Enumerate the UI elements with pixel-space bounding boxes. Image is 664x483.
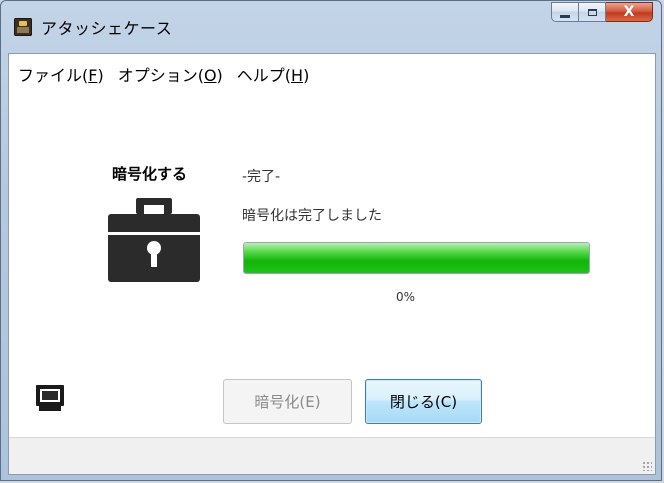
app-window: アタッシェケース X ファイル(F) オプション(O) ヘルプ(H) 暗号化する xyxy=(0,0,662,481)
operation-heading: 暗号化する xyxy=(112,165,188,183)
menu-options-label: オプション( xyxy=(117,66,204,85)
title-bar[interactable]: アタッシェケース X xyxy=(1,1,661,53)
menu-file-suffix: ) xyxy=(97,66,104,85)
progress-percent: 0% xyxy=(396,290,416,304)
close-icon: X xyxy=(623,4,635,20)
monitor-icon[interactable] xyxy=(35,384,65,414)
minimize-button[interactable] xyxy=(551,2,579,22)
close-button[interactable]: 閉じる(C) xyxy=(365,379,482,424)
status-text: -完了- xyxy=(242,169,281,185)
client-area: ファイル(F) オプション(O) ヘルプ(H) 暗号化する -完了- 暗号化は完… xyxy=(8,53,656,475)
status-bar xyxy=(9,437,655,474)
menu-options[interactable]: オプション(O) xyxy=(112,58,229,90)
status-message: 暗号化は完了しました xyxy=(242,208,382,224)
close-window-button[interactable]: X xyxy=(606,2,653,22)
menu-help-mnemonic: H xyxy=(291,66,304,85)
progress-bar xyxy=(243,242,590,274)
briefcase-app-icon[interactable] xyxy=(14,18,32,36)
menu-options-mnemonic: O xyxy=(203,66,217,85)
encrypt-button[interactable]: 暗号化(E) xyxy=(223,379,352,424)
resize-grip-icon[interactable] xyxy=(642,461,652,471)
menu-help-suffix: ) xyxy=(303,66,310,85)
menu-file-label: ファイル( xyxy=(18,66,89,85)
menu-bar: ファイル(F) オプション(O) ヘルプ(H) xyxy=(9,54,655,94)
briefcase-lock-icon xyxy=(108,198,200,282)
maximize-icon xyxy=(587,8,597,16)
progress-fill xyxy=(244,243,589,273)
menu-help-label: ヘルプ( xyxy=(236,66,292,85)
maximize-button[interactable] xyxy=(579,2,606,22)
window-title: アタッシェケース xyxy=(41,19,173,38)
menu-file[interactable]: ファイル(F) xyxy=(12,58,110,90)
minimize-icon xyxy=(560,14,570,18)
menu-help[interactable]: ヘルプ(H) xyxy=(231,58,316,90)
caption-buttons: X xyxy=(551,2,653,22)
menu-options-suffix: ) xyxy=(216,66,223,85)
